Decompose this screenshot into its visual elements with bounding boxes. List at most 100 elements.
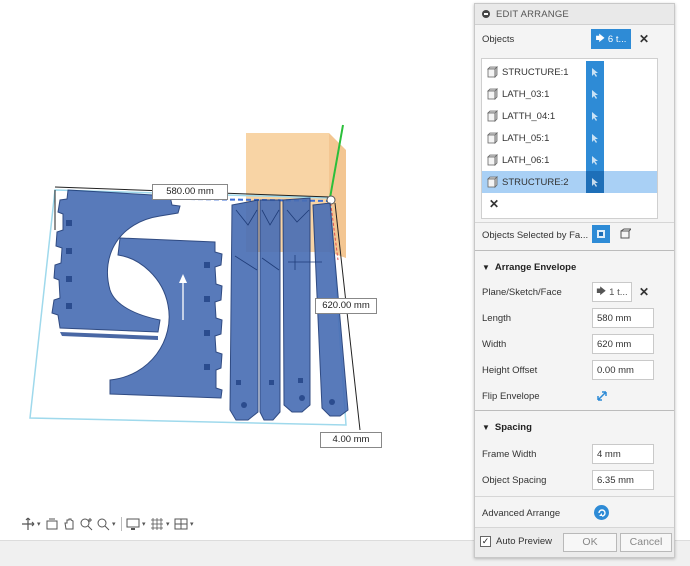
height-offset-label: Height Offset bbox=[482, 364, 538, 376]
orbit-icon[interactable] bbox=[20, 516, 36, 532]
body-icon bbox=[487, 66, 498, 78]
length-label: Length bbox=[482, 312, 512, 324]
collapse-triangle-icon: ▼ bbox=[482, 422, 490, 432]
ok-button[interactable]: OK bbox=[563, 533, 617, 552]
width-input[interactable]: 620 mm bbox=[592, 334, 654, 354]
zoom-icon[interactable] bbox=[78, 516, 94, 532]
list-item[interactable]: LATH_05:1 bbox=[482, 127, 657, 149]
chevron-down-icon[interactable]: ▾ bbox=[166, 520, 172, 528]
zoom-window-icon[interactable] bbox=[95, 516, 111, 532]
look-at-icon[interactable] bbox=[44, 516, 60, 532]
collapse-triangle-icon: ▼ bbox=[482, 262, 490, 272]
width-row: Width 620 mm bbox=[475, 332, 674, 356]
chevron-down-icon[interactable]: ▾ bbox=[142, 520, 148, 528]
plane-selector-button[interactable]: 🡆 1 t... bbox=[592, 282, 632, 302]
objects-selected-text: 6 t... bbox=[607, 33, 627, 45]
remove-object-icon[interactable]: ✕ bbox=[489, 197, 499, 211]
object-name: STRUCTURE:2 bbox=[502, 176, 569, 188]
chevron-down-icon[interactable]: ▾ bbox=[37, 520, 43, 528]
display-settings-icon[interactable] bbox=[125, 516, 141, 532]
length-row: Length 580 mm bbox=[475, 306, 674, 330]
object-name: STRUCTURE:1 bbox=[502, 66, 569, 78]
object-spacing-label: Object Spacing bbox=[482, 474, 547, 486]
plane-label: Plane/Sketch/Face bbox=[482, 286, 562, 298]
advanced-arrange-row: Advanced Arrange bbox=[475, 501, 674, 525]
plane-selected-text: 1 t... bbox=[609, 286, 628, 298]
body-icon bbox=[487, 88, 498, 100]
height-offset-row: Height Offset 0.00 mm bbox=[475, 358, 674, 382]
flip-envelope-row: Flip Envelope bbox=[475, 384, 674, 408]
list-item[interactable]: LATTH_04:1 bbox=[482, 105, 657, 127]
pointer-icon[interactable] bbox=[586, 171, 604, 193]
list-item[interactable]: STRUCTURE:2 bbox=[482, 171, 657, 193]
flip-envelope-label: Flip Envelope bbox=[482, 390, 540, 402]
objects-label: Objects bbox=[482, 33, 515, 45]
frame-width-label: Frame Width bbox=[482, 448, 537, 460]
select-by-body-icon[interactable] bbox=[616, 225, 634, 243]
section-title: Spacing bbox=[494, 421, 532, 433]
plane-row: Plane/Sketch/Face 🡆 1 t... ✕ bbox=[475, 280, 674, 304]
clear-objects-icon[interactable]: ✕ bbox=[639, 32, 649, 46]
objects-selected-by-face-row: Objects Selected by Fa... bbox=[475, 223, 674, 247]
width-dimension-label[interactable]: 620.00 mm bbox=[315, 298, 377, 314]
cursor-icon: 🡆 bbox=[596, 286, 607, 297]
length-dimension-label[interactable]: 580.00 mm bbox=[152, 184, 228, 200]
edit-arrange-dialog: EDIT ARRANGE Objects 🡆 6 t... ✕ STRUCTUR… bbox=[474, 3, 675, 558]
viewports-icon[interactable] bbox=[173, 516, 189, 532]
objects-selector-button[interactable]: 🡆 6 t... bbox=[591, 29, 631, 49]
list-item[interactable]: LATH_06:1 bbox=[482, 149, 657, 171]
lath-part-3 bbox=[282, 197, 311, 413]
frame-width-row: Frame Width 4 mm bbox=[475, 442, 674, 466]
object-name: LATH_03:1 bbox=[502, 88, 550, 100]
chevron-down-icon[interactable]: ▾ bbox=[112, 520, 118, 528]
auto-preview-label: Auto Preview bbox=[496, 536, 552, 547]
body-icon bbox=[487, 154, 498, 166]
lath-part-1 bbox=[229, 199, 259, 421]
auto-preview-checkbox[interactable]: ✓ bbox=[480, 536, 491, 547]
pan-icon[interactable] bbox=[61, 516, 77, 532]
pointer-icon[interactable] bbox=[586, 105, 604, 127]
navigation-toolbar: ▾ ▾ ▾ ▾ ▾ bbox=[20, 515, 196, 533]
collapse-icon[interactable] bbox=[482, 10, 490, 18]
list-item[interactable]: STRUCTURE:1 bbox=[482, 61, 657, 83]
chevron-down-icon[interactable]: ▾ bbox=[190, 520, 196, 528]
object-name: LATH_05:1 bbox=[502, 132, 550, 144]
objects-list[interactable]: STRUCTURE:1 LATH_03:1 LATTH_04:1 LATH_05:1 L… bbox=[481, 58, 658, 219]
grid-icon[interactable] bbox=[149, 516, 165, 532]
pointer-icon[interactable] bbox=[586, 127, 604, 149]
body-icon bbox=[487, 176, 498, 188]
dialog-title: EDIT ARRANGE bbox=[496, 8, 569, 20]
cancel-button[interactable]: Cancel bbox=[620, 533, 672, 552]
frame-width-input[interactable]: 4 mm bbox=[592, 444, 654, 464]
select-by-face-icon[interactable] bbox=[592, 225, 610, 243]
pointer-icon[interactable] bbox=[586, 61, 604, 83]
arrange-scene bbox=[29, 124, 361, 431]
width-label: Width bbox=[482, 338, 507, 350]
arrange-envelope-section[interactable]: ▼ Arrange Envelope bbox=[475, 255, 674, 279]
advanced-arrange-icon[interactable] bbox=[594, 505, 609, 520]
objects-row: Objects 🡆 6 t... ✕ bbox=[475, 27, 674, 51]
object-spacing-input[interactable]: 6.35 mm bbox=[592, 470, 654, 490]
body-icon bbox=[487, 110, 498, 122]
body-icon bbox=[487, 132, 498, 144]
flip-icon[interactable] bbox=[595, 389, 609, 406]
dialog-footer: ✓ Auto Preview OK Cancel bbox=[475, 528, 674, 557]
canvas-viewport[interactable]: 580.00 mm 620.00 mm 4.00 mm bbox=[0, 0, 473, 540]
section-title: Arrange Envelope bbox=[494, 261, 577, 273]
object-name: LATH_06:1 bbox=[502, 154, 550, 166]
cursor-icon: 🡆 bbox=[595, 33, 605, 43]
offset-dimension-label[interactable]: 4.00 mm bbox=[320, 432, 382, 448]
clear-plane-icon[interactable]: ✕ bbox=[639, 285, 649, 299]
pointer-icon[interactable] bbox=[586, 83, 604, 105]
height-offset-input[interactable]: 0.00 mm bbox=[592, 360, 654, 380]
objects-selected-by-face-label: Objects Selected by Fa... bbox=[482, 229, 589, 241]
length-input[interactable]: 580 mm bbox=[592, 308, 654, 328]
lath-part-2 bbox=[259, 199, 281, 421]
pointer-icon[interactable] bbox=[586, 149, 604, 171]
object-spacing-row: Object Spacing 6.35 mm bbox=[475, 468, 674, 492]
object-name: LATTH_04:1 bbox=[502, 110, 556, 122]
advanced-arrange-label: Advanced Arrange bbox=[482, 507, 561, 519]
spacing-section[interactable]: ▼ Spacing bbox=[475, 415, 674, 439]
list-item[interactable]: LATH_03:1 bbox=[482, 83, 657, 105]
dialog-header[interactable]: EDIT ARRANGE bbox=[475, 4, 674, 25]
